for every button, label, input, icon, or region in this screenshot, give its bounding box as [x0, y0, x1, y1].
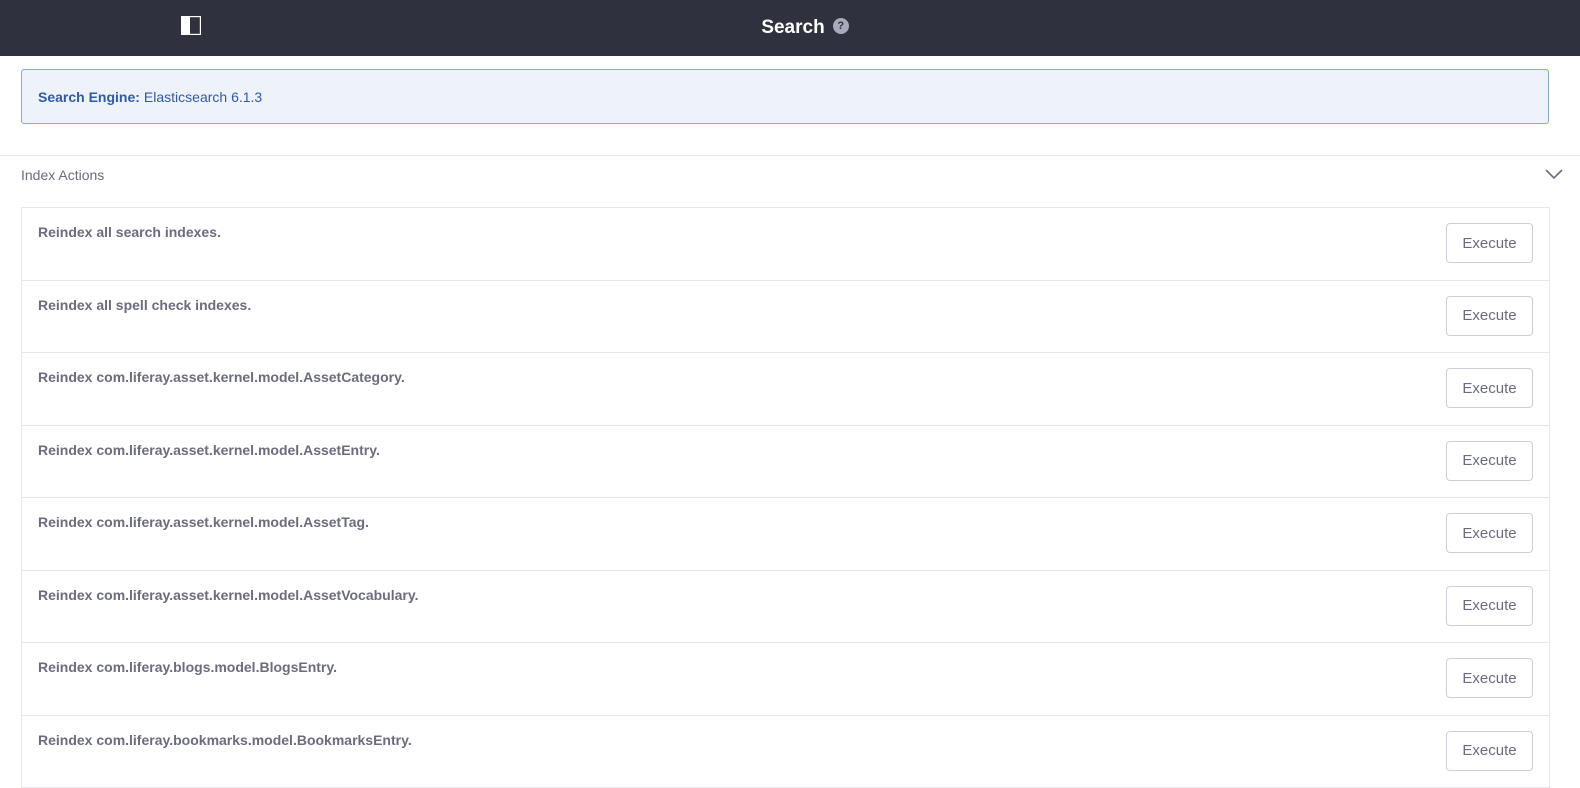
index-actions-title: Index Actions	[21, 167, 104, 183]
top-header-bar: Search ?	[0, 0, 1580, 56]
reindex-action-label: Reindex all spell check indexes.	[38, 297, 251, 313]
chevron-down-icon[interactable]	[1545, 168, 1563, 180]
list-item: Reindex com.liferay.asset.kernel.model.A…	[22, 353, 1549, 426]
index-actions-panel-header[interactable]: Index Actions	[0, 156, 1580, 194]
list-item: Reindex com.liferay.bookmarks.model.Book…	[22, 716, 1549, 788]
reindex-action-label: Reindex com.liferay.bookmarks.model.Book…	[38, 732, 412, 748]
index-actions-list: Reindex all search indexes. Execute Rein…	[21, 207, 1550, 788]
execute-button[interactable]: Execute	[1446, 513, 1533, 553]
list-item: Reindex all spell check indexes. Execute	[22, 281, 1549, 354]
execute-button[interactable]: Execute	[1446, 296, 1533, 336]
execute-button[interactable]: Execute	[1446, 441, 1533, 481]
list-item: Reindex all search indexes. Execute	[22, 208, 1549, 281]
reindex-action-label: Reindex com.liferay.blogs.model.BlogsEnt…	[38, 659, 337, 675]
reindex-action-label: Reindex com.liferay.asset.kernel.model.A…	[38, 514, 369, 530]
list-item: Reindex com.liferay.asset.kernel.model.A…	[22, 498, 1549, 571]
list-item: Reindex com.liferay.asset.kernel.model.A…	[22, 426, 1549, 499]
help-icon[interactable]: ?	[833, 18, 849, 34]
reindex-action-label: Reindex com.liferay.asset.kernel.model.A…	[38, 442, 380, 458]
search-engine-value: Elasticsearch 6.1.3	[144, 89, 262, 105]
execute-button[interactable]: Execute	[1446, 731, 1533, 771]
sidebar-toggle-icon[interactable]	[181, 16, 201, 35]
execute-button[interactable]: Execute	[1446, 586, 1533, 626]
search-engine-info-alert: Search Engine: Elasticsearch 6.1.3	[21, 69, 1549, 124]
reindex-action-label: Reindex com.liferay.asset.kernel.model.A…	[38, 587, 419, 603]
reindex-action-label: Reindex com.liferay.asset.kernel.model.A…	[38, 369, 405, 385]
execute-button[interactable]: Execute	[1446, 658, 1533, 698]
search-engine-label: Search Engine:	[38, 89, 140, 105]
list-item: Reindex com.liferay.blogs.model.BlogsEnt…	[22, 643, 1549, 716]
execute-button[interactable]: Execute	[1446, 368, 1533, 408]
reindex-action-label: Reindex all search indexes.	[38, 224, 221, 240]
header-title-group: Search ?	[0, 0, 1580, 56]
page-title: Search	[761, 17, 824, 39]
execute-button[interactable]: Execute	[1446, 223, 1533, 263]
list-item: Reindex com.liferay.asset.kernel.model.A…	[22, 571, 1549, 644]
